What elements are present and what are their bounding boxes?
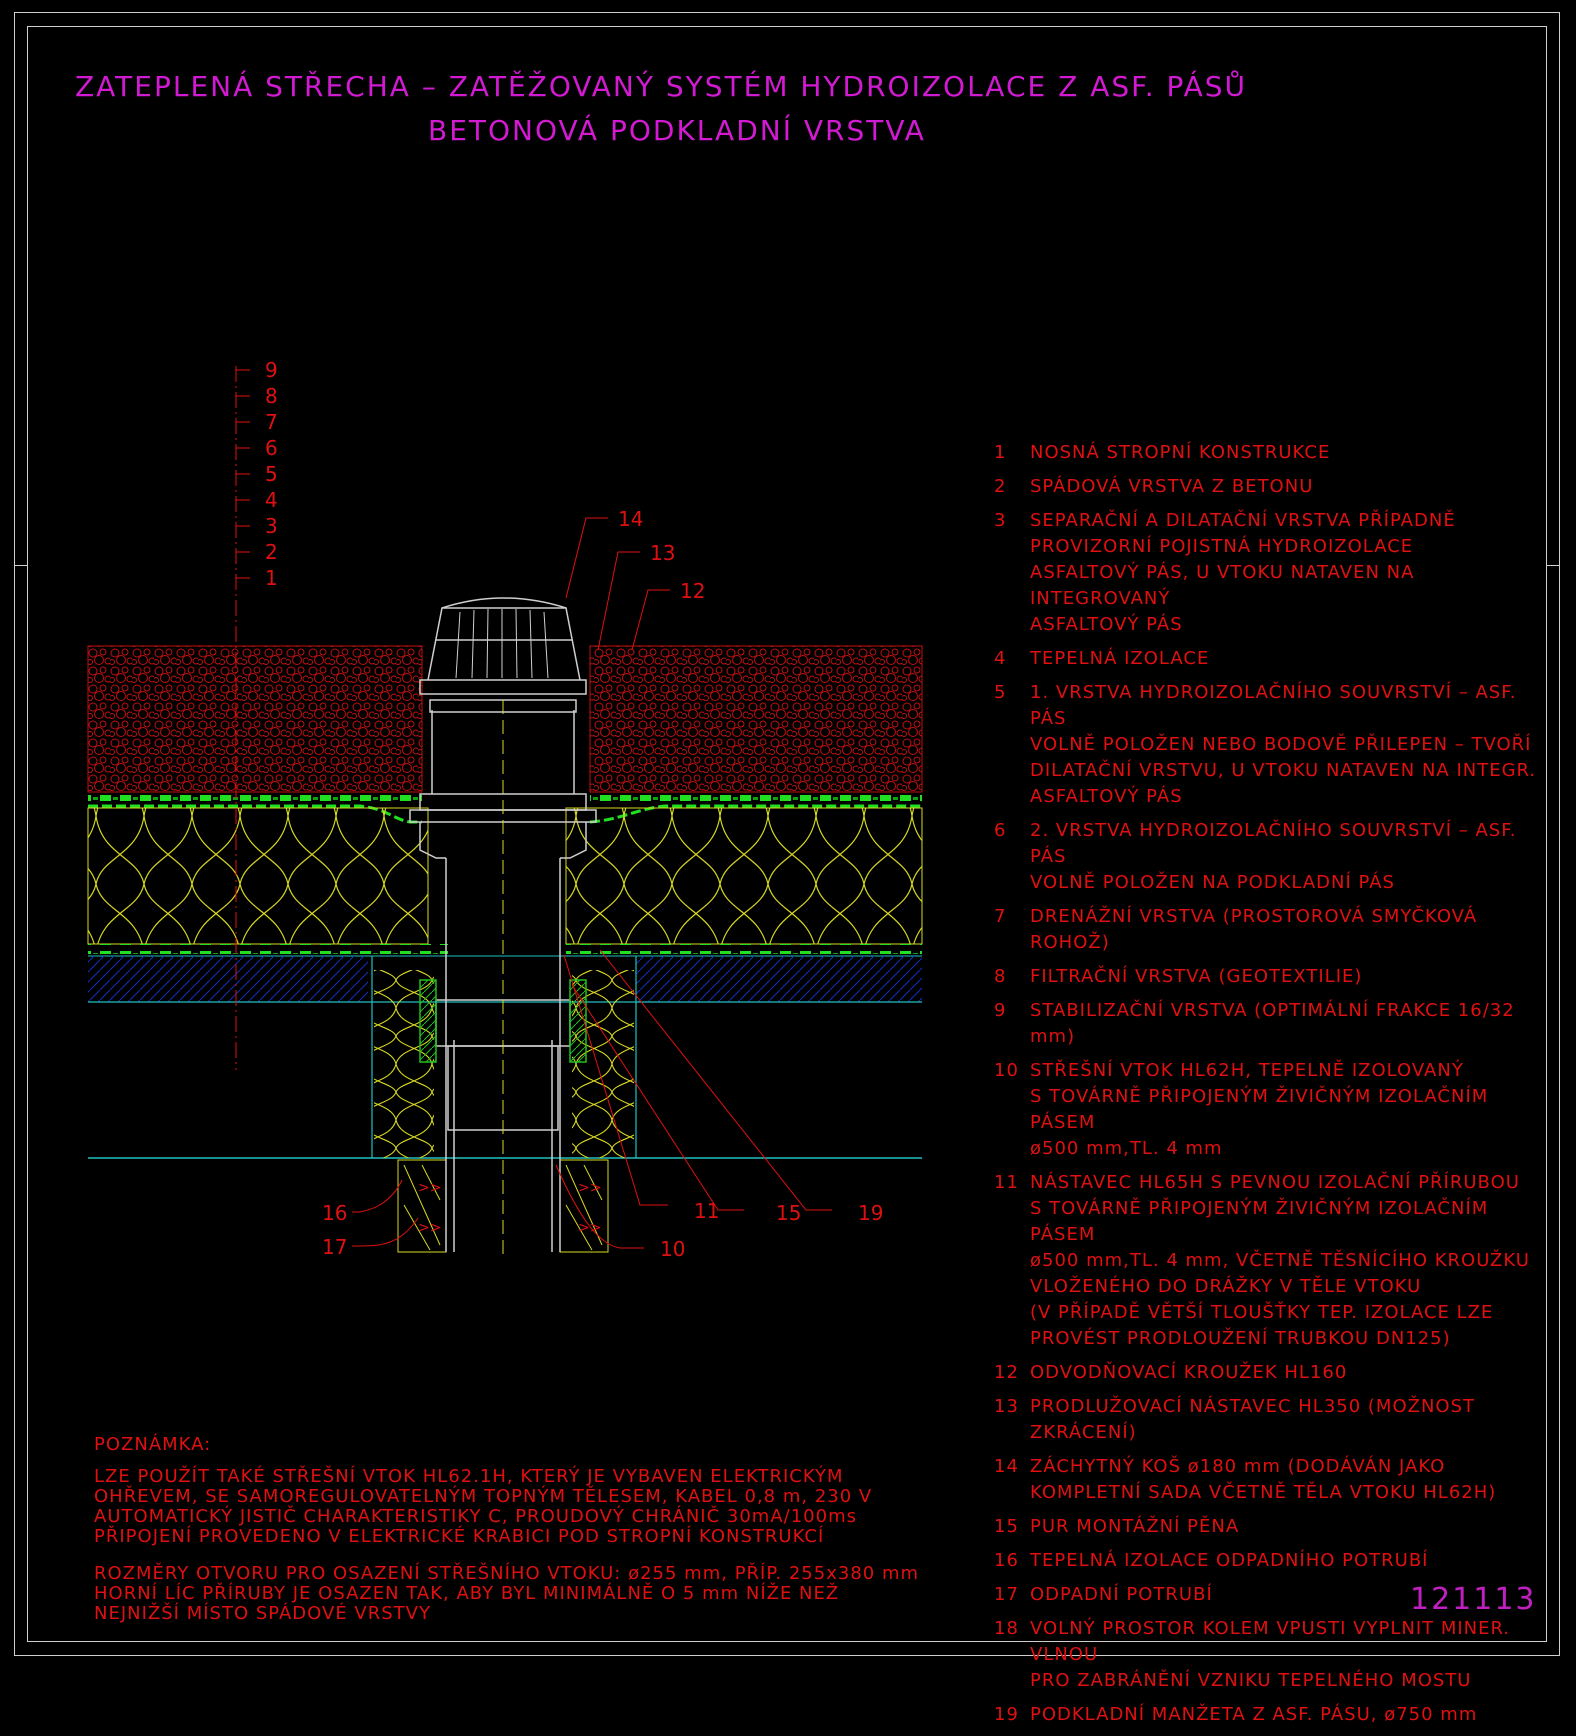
callout-14: 14 — [618, 507, 643, 531]
layer-label-1: 1 — [265, 566, 278, 590]
waterproofing-layers — [88, 944, 922, 957]
legend-number: 2 — [994, 476, 1007, 497]
legend-number: 7 — [994, 906, 1007, 927]
legend-text: STŘEŠNÍ VTOK HL62H, TEPELNĚ IZOLOVANÝ S … — [1030, 1060, 1489, 1159]
legend-number: 6 — [994, 820, 1007, 841]
legend-text: PRODLUŽOVACÍ NÁSTAVEC HL350 (MOŽNOST ZKR… — [1030, 1396, 1476, 1443]
legend-number: 18 — [994, 1618, 1019, 1639]
legend-item-14: 14 ZÁCHYTNÝ KOŠ ø180 mm (DODÁVÁN JAKO KOM… — [980, 1454, 1550, 1506]
callout-19: 19 — [858, 1201, 883, 1225]
svg-text:>>: >> — [418, 1180, 441, 1196]
legend-text: VOLNÝ PROSTOR KOLEM VPUSTI VYPLNIT MINER… — [1030, 1618, 1511, 1691]
legend-text: FILTRAČNÍ VRSTVA (GEOTEXTILIE) — [1030, 966, 1363, 987]
legend-text: ODVODŇOVACÍ KROUŽEK HL160 — [1030, 1362, 1348, 1383]
layer-label-3: 3 — [265, 514, 278, 538]
layer-label-8: 8 — [265, 384, 278, 408]
legend-number: 19 — [994, 1704, 1019, 1725]
note-paragraph-2: ROZMĚRY OTVORU PRO OSAZENÍ STŘEŠNÍHO VTO… — [94, 1563, 920, 1624]
legend-number: 14 — [994, 1456, 1019, 1477]
layer-label-7: 7 — [265, 410, 278, 434]
legend-item-13: 13 PRODLUŽOVACÍ NÁSTAVEC HL350 (MOŽNOST Z… — [980, 1394, 1550, 1446]
legend-text: TEPELNÁ IZOLACE ODPADNÍHO POTRUBÍ — [1030, 1550, 1429, 1571]
legend-item-19: 19 PODKLADNÍ MANŽETA Z ASF. PÁSU, ø750 mm — [980, 1702, 1550, 1728]
legend-item-16: 16 TEPELNÁ IZOLACE ODPADNÍHO POTRUBÍ — [980, 1548, 1550, 1574]
concrete-layer — [88, 956, 922, 1159]
legend-text: ZÁCHYTNÝ KOŠ ø180 mm (DODÁVÁN JAKO KOMPL… — [1030, 1456, 1497, 1503]
legend-text: NÁSTAVEC HL65H S PEVNOU IZOLAČNÍ PŘÍRUBO… — [1030, 1172, 1530, 1349]
thermal-insulation-layer — [87, 807, 923, 945]
legend-text: NOSNÁ STROPNÍ KONSTRUKCE — [1030, 442, 1331, 463]
callout-16: 16 — [322, 1201, 347, 1225]
note-paragraph-1: LZE POUŽÍT TAKÉ STŘEŠNÍ VTOK HL62.1H, KT… — [94, 1466, 873, 1547]
callout-10: 10 — [660, 1237, 685, 1261]
legend-text: TEPELNÁ IZOLACE — [1030, 648, 1210, 669]
legend-item-15: 15 PUR MONTÁŽNÍ PĚNA — [980, 1514, 1550, 1540]
legend-item-12: 12 ODVODŇOVACÍ KROUŽEK HL160 — [980, 1360, 1550, 1386]
svg-text:>>: >> — [578, 1180, 601, 1196]
legend-number: 3 — [994, 510, 1007, 531]
legend-item-11: 11 NÁSTAVEC HL65H S PEVNOU IZOLAČNÍ PŘÍRU… — [980, 1170, 1550, 1352]
legend: 1 NOSNÁ STROPNÍ KONSTRUKCE 2 SPÁDOVÁ VRSTVA… — [980, 440, 1550, 1736]
legend-number: 15 — [994, 1516, 1019, 1537]
legend-item-3: 3 SEPARAČNÍ A DILATAČNÍ VRSTVA PŘÍPADNĚ P… — [980, 508, 1550, 638]
legend-text: PUR MONTÁŽNÍ PĚNA — [1030, 1516, 1240, 1537]
legend-number: 8 — [994, 966, 1007, 987]
legend-number: 5 — [994, 682, 1007, 703]
legend-number: 13 — [994, 1396, 1019, 1417]
legend-text: DRENÁŽNÍ VRSTVA (PROSTOROVÁ SMYČKOVÁ ROH… — [1030, 906, 1478, 953]
legend-text: 2. VRSTVA HYDROIZOLAČNÍHO SOUVRSTVÍ – AS… — [1030, 820, 1517, 893]
layer-label-6: 6 — [265, 436, 278, 460]
legend-text: PODKLADNÍ MANŽETA Z ASF. PÁSU, ø750 mm — [1030, 1704, 1478, 1725]
legend-item-4: 4 TEPELNÁ IZOLACE — [980, 646, 1550, 672]
callout-13: 13 — [650, 541, 675, 565]
legend-number: 12 — [994, 1362, 1019, 1383]
layer-label-9: 9 — [265, 358, 278, 382]
legend-text: SPÁDOVÁ VRSTVA Z BETONU — [1030, 476, 1314, 497]
legend-item-10: 10 STŘEŠNÍ VTOK HL62H, TEPELNĚ IZOLOVANÝ … — [980, 1058, 1550, 1162]
layer-label-2: 2 — [265, 540, 278, 564]
drawing-code: 121113 — [1410, 1582, 1537, 1617]
legend-item-6: 6 2. VRSTVA HYDROIZOLAČNÍHO SOUVRSTVÍ – A… — [980, 818, 1550, 896]
legend-text: SEPARAČNÍ A DILATAČNÍ VRSTVA PŘÍPADNĚ PR… — [1030, 510, 1456, 635]
legend-item-5: 5 1. VRSTVA HYDROIZOLAČNÍHO SOUVRSTVÍ – A… — [980, 680, 1550, 810]
legend-number: 9 — [994, 1000, 1007, 1021]
svg-text:>>: >> — [578, 1220, 601, 1236]
note-heading: POZNÁMKA: — [94, 1434, 212, 1455]
legend-number: 17 — [994, 1584, 1019, 1605]
legend-text: STABILIZAČNÍ VRSTVA (OPTIMÁLNÍ FRAKCE 16… — [1030, 1000, 1515, 1047]
legend-number: 11 — [994, 1172, 1019, 1193]
callout-11: 11 — [694, 1199, 719, 1223]
legend-text: 1. VRSTVA HYDROIZOLAČNÍHO SOUVRSTVÍ – AS… — [1030, 682, 1537, 807]
legend-item-7: 7 DRENÁŽNÍ VRSTVA (PROSTOROVÁ SMYČKOVÁ RO… — [980, 904, 1550, 956]
layer-label-4: 4 — [265, 488, 278, 512]
gravel-layer — [87, 645, 923, 793]
layer-label-5: 5 — [265, 462, 278, 486]
legend-number: 10 — [994, 1060, 1019, 1081]
callout-12: 12 — [680, 579, 705, 603]
legend-number: 4 — [994, 648, 1007, 669]
legend-item-8: 8 FILTRAČNÍ VRSTVA (GEOTEXTILIE) — [980, 964, 1550, 990]
legend-item-1: 1 NOSNÁ STROPNÍ KONSTRUKCE — [980, 440, 1550, 466]
legend-item-2: 2 SPÁDOVÁ VRSTVA Z BETONU — [980, 474, 1550, 500]
callout-17: 17 — [322, 1235, 347, 1259]
legend-number: 1 — [994, 442, 1007, 463]
legend-number: 16 — [994, 1550, 1019, 1571]
callout-15: 15 — [776, 1201, 801, 1225]
legend-item-18: 18 VOLNÝ PROSTOR KOLEM VPUSTI VYPLNIT MIN… — [980, 1616, 1550, 1694]
legend-item-9: 9 STABILIZAČNÍ VRSTVA (OPTIMÁLNÍ FRAKCE 1… — [980, 998, 1550, 1050]
svg-text:>>: >> — [418, 1220, 441, 1236]
